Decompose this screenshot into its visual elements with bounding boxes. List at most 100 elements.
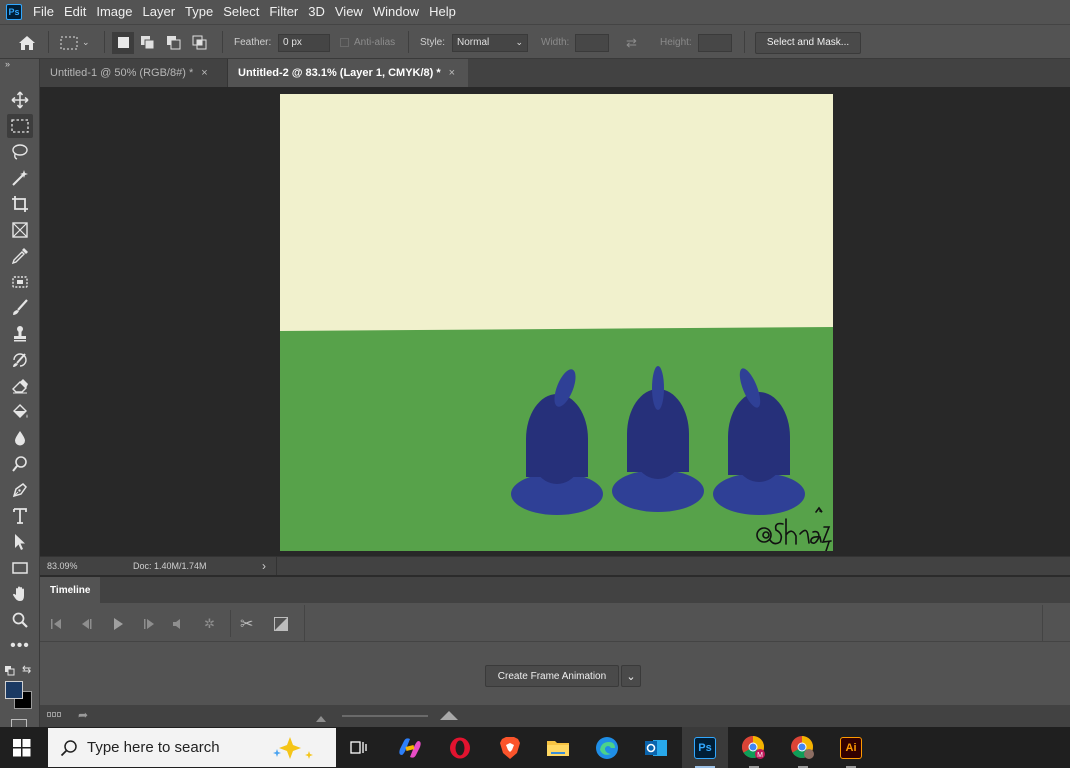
swap-dimensions-button[interactable]: ⇄: [626, 25, 637, 60]
menu-file[interactable]: File: [28, 0, 59, 24]
marquee-preset-picker[interactable]: ⌄: [60, 25, 90, 60]
menu-edit[interactable]: Edit: [59, 0, 91, 24]
zoom-icon: [12, 612, 28, 628]
paint-bucket-tool[interactable]: [7, 400, 33, 424]
feather-input[interactable]: 0 px: [278, 33, 330, 52]
lasso-tool[interactable]: [7, 140, 33, 164]
tab-untitled-2[interactable]: Untitled-2 @ 83.1% (Layer 1, CMYK/8) * ×: [228, 59, 468, 87]
swap-colors-icon[interactable]: ⇆: [22, 663, 31, 676]
menu-type[interactable]: Type: [180, 0, 218, 24]
zoom-in-timeline-icon[interactable]: [440, 709, 458, 723]
convert-frames-icon[interactable]: [47, 712, 61, 717]
speaker-icon: [173, 618, 180, 629]
menu-3d[interactable]: 3D: [303, 0, 330, 24]
taskbar-outlook[interactable]: [633, 727, 679, 768]
previous-frame-button[interactable]: [80, 605, 92, 642]
timeline-settings-button[interactable]: ✲: [204, 605, 215, 642]
collapse-panel-icon[interactable]: »: [5, 59, 10, 69]
image-canvas[interactable]: [280, 94, 833, 551]
taskbar-search-box[interactable]: Type here to search: [48, 728, 336, 767]
menu-layer[interactable]: Layer: [138, 0, 181, 24]
add-selection-button[interactable]: [140, 25, 156, 60]
dodge-tool[interactable]: [7, 452, 33, 476]
first-frame-icon: [51, 618, 61, 629]
rectangle-icon: [12, 562, 28, 574]
taskbar-file-explorer[interactable]: [535, 727, 581, 768]
split-button[interactable]: ✂: [240, 605, 253, 642]
quick-mask-icon[interactable]: [11, 719, 27, 727]
close-icon[interactable]: ×: [449, 67, 455, 79]
hand-tool[interactable]: [7, 582, 33, 606]
clone-stamp-tool[interactable]: [7, 322, 33, 346]
style-select[interactable]: Normal ⌄: [452, 33, 528, 52]
pen-tool[interactable]: [7, 478, 33, 502]
height-input[interactable]: [698, 33, 732, 52]
chrome-icon: [791, 735, 814, 759]
zoom-level[interactable]: 83.09%: [47, 561, 78, 571]
taskbar-illustrator[interactable]: Ai: [828, 727, 874, 768]
windows-logo-icon: [13, 739, 31, 757]
eraser-tool[interactable]: [7, 374, 33, 398]
zoom-out-timeline-icon[interactable]: [316, 711, 326, 725]
close-icon[interactable]: ×: [201, 67, 207, 79]
taskbar-copilot[interactable]: [387, 727, 433, 768]
brush-tool[interactable]: [7, 296, 33, 320]
menu-window[interactable]: Window: [368, 0, 424, 24]
frame-tool[interactable]: [7, 218, 33, 242]
foreground-color-swatch[interactable]: [5, 681, 23, 699]
select-and-mask-button[interactable]: Select and Mask...: [755, 31, 861, 54]
path-selection-tool[interactable]: [7, 530, 33, 554]
render-video-icon[interactable]: ➦: [78, 708, 88, 722]
history-brush-icon: [13, 353, 27, 367]
rectangular-marquee-tool[interactable]: [7, 114, 33, 138]
start-button[interactable]: [13, 739, 31, 760]
antialias-checkbox[interactable]: Anti-alias: [340, 25, 395, 60]
history-brush-tool[interactable]: [7, 348, 33, 372]
taskbar-brave[interactable]: [487, 727, 533, 768]
menu-filter[interactable]: Filter: [264, 0, 303, 24]
zoom-tool[interactable]: [7, 608, 33, 632]
tab-untitled-1[interactable]: Untitled-1 @ 50% (RGB/8#) * ×: [40, 59, 228, 87]
magic-wand-tool[interactable]: [7, 166, 33, 190]
menu-help[interactable]: Help: [424, 0, 461, 24]
subtract-selection-button[interactable]: [166, 25, 182, 60]
create-frame-animation-button[interactable]: Create Frame Animation: [485, 665, 619, 687]
blur-tool[interactable]: [7, 426, 33, 450]
type-tool[interactable]: [7, 504, 33, 528]
width-input[interactable]: [575, 33, 609, 52]
taskbar-chrome[interactable]: [780, 727, 826, 768]
more-tools-button[interactable]: •••: [7, 634, 33, 658]
go-to-first-frame-button[interactable]: [51, 605, 62, 642]
spot-healing-tool[interactable]: [7, 270, 33, 294]
taskbar-edge[interactable]: [584, 727, 630, 768]
next-frame-button[interactable]: [144, 605, 156, 642]
task-view-button[interactable]: [336, 727, 382, 768]
crop-tool[interactable]: [7, 192, 33, 216]
rectangle-tool[interactable]: [7, 556, 33, 580]
menu-view[interactable]: View: [330, 0, 368, 24]
eyedropper-tool[interactable]: [7, 244, 33, 268]
timeline-footer: ➦: [40, 705, 1070, 727]
play-button[interactable]: [113, 605, 124, 642]
new-selection-button[interactable]: [112, 25, 134, 60]
rect-marquee-icon: [11, 119, 29, 133]
animation-type-dropdown[interactable]: ⌄: [621, 665, 641, 687]
audio-button[interactable]: [173, 605, 183, 642]
status-menu-arrow[interactable]: ›: [262, 559, 266, 573]
menu-image[interactable]: Image: [91, 0, 137, 24]
default-colors-button[interactable]: [5, 665, 15, 679]
opera-icon: [450, 737, 470, 758]
move-tool[interactable]: [7, 88, 33, 112]
taskbar-photoshop[interactable]: Ps: [682, 727, 728, 768]
intersect-selection-button[interactable]: [192, 25, 208, 60]
home-icon: [19, 35, 35, 50]
timeline-zoom-slider[interactable]: [342, 715, 428, 717]
dodge-icon: [12, 456, 27, 472]
taskbar-chrome-profile-m[interactable]: M: [731, 727, 777, 768]
timeline-tab[interactable]: Timeline: [40, 577, 101, 603]
transition-button[interactable]: [274, 605, 288, 642]
menu-select[interactable]: Select: [218, 0, 264, 24]
taskbar-opera[interactable]: [437, 727, 483, 768]
tab-label: Untitled-2 @ 83.1% (Layer 1, CMYK/8) *: [238, 67, 441, 79]
home-button[interactable]: [18, 25, 36, 60]
